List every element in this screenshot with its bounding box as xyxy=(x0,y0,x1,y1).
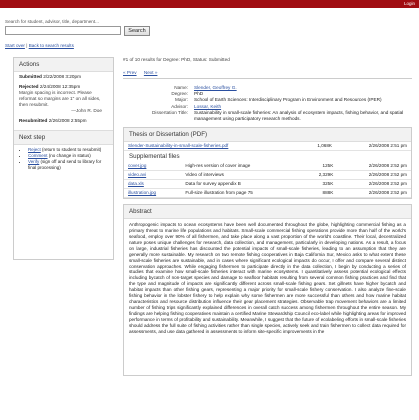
file-link[interactable]: data.xls xyxy=(128,181,144,186)
rejected-label: Rejected xyxy=(19,84,39,89)
file-link[interactable]: video.avi xyxy=(128,172,146,177)
file-link[interactable]: illustration.jpg xyxy=(128,190,156,195)
rejected-date: 2/24/2008 12:35pm xyxy=(39,84,81,89)
action-rejected: Rejected 2/24/2008 12:35pm Margin spacin… xyxy=(14,82,113,116)
submission-metadata: Name: Slender, Geoffrey G. Degree: PhD Maj… xyxy=(123,85,412,122)
next-step-list: Reject (return to student to resubmit) C… xyxy=(14,145,113,173)
resubmitted-date: 2/26/2008 2:55pm xyxy=(48,118,87,123)
search-label: Search for student, advisor, title, depa… xyxy=(5,19,99,24)
main-content: #1 of 10 results for Degree: PhD, Status… xyxy=(123,57,412,377)
action-submitted: Submitted 2/22/2008 3:20pm xyxy=(14,72,113,82)
table-row: data.xls Data for survey appendix B 325K 2/… xyxy=(124,179,411,190)
file-desc: Video of interviews xyxy=(181,170,302,181)
file-date: 2/26/2008 2:52 pm xyxy=(337,162,411,172)
table-row: cover.jpg High-res version of cover image… xyxy=(124,162,411,172)
meta-value: Sustainability in small-scale fisheries:… xyxy=(194,109,404,122)
file-link[interactable]: cover.jpg xyxy=(128,163,146,168)
link-separator: | xyxy=(26,43,28,48)
abstract-heading: Abstract xyxy=(124,205,411,220)
back-to-results-link[interactable]: Back to search results xyxy=(29,43,74,48)
submitted-label: Submitted xyxy=(19,74,42,79)
file-date: 2/26/2008 2:51 pm xyxy=(335,142,411,152)
file-date: 2/26/2008 2:52 pm xyxy=(337,170,411,181)
thesis-file-link[interactable]: Slender-Sustainability-in-small-scale-fi… xyxy=(128,143,228,148)
resubmitted-label: Resubmitted xyxy=(19,118,48,123)
file-size: 2,329K xyxy=(301,170,338,181)
actions-panel: Actions Submitted 2/22/2008 3:20pm Rejec… xyxy=(13,57,114,260)
thesis-table: Slender-Sustainability-in-small-scale-fi… xyxy=(124,142,411,152)
search-input[interactable] xyxy=(5,26,121,35)
meta-title: Dissertation Title: Sustainability in sma… xyxy=(123,110,412,122)
search-button[interactable]: Search xyxy=(124,26,150,36)
table-row: video.avi Video of interviews 2,329K 2/26/2… xyxy=(124,170,411,181)
result-info: #1 of 10 results for Degree: PhD, Status… xyxy=(123,57,230,62)
rejected-author: —John R. Doe xyxy=(71,108,102,113)
rejected-note: Margin spacing is incorrect. Please refo… xyxy=(19,90,101,107)
file-date: 2/26/2008 2:52 pm xyxy=(337,188,411,199)
file-desc: Data for survey appendix B xyxy=(181,179,302,190)
start-over-link[interactable]: Start over xyxy=(5,43,25,48)
file-size: 125K xyxy=(301,162,338,172)
table-row: Slender-Sustainability-in-small-scale-fi… xyxy=(124,142,411,152)
login-link[interactable]: Login xyxy=(404,1,415,6)
next-link[interactable]: Next » xyxy=(144,70,158,75)
next-step-desc: (return to student to resubmit) xyxy=(40,147,102,152)
file-desc: Full-size illustration from page 75 xyxy=(181,188,302,199)
submitted-date: 2/22/2008 3:20pm xyxy=(43,74,82,79)
table-row: illustration.jpg Full-size illustration f… xyxy=(124,188,411,199)
top-bar: Login xyxy=(0,0,419,8)
student-name-link[interactable]: Slender, Geoffrey G. xyxy=(194,85,237,90)
next-step-desc: (no change in status) xyxy=(47,153,91,158)
thesis-heading: Thesis or Dissertation (PDF) xyxy=(124,128,411,143)
comment-link[interactable]: Comment xyxy=(28,153,48,158)
abstract-box: Abstract Anthropogenic impacts to ocean … xyxy=(123,204,412,377)
file-size: 888K xyxy=(301,188,338,199)
verify-link[interactable]: Verify xyxy=(28,159,39,164)
reject-link[interactable]: Reject xyxy=(28,147,41,152)
supplemental-heading: Supplemental files xyxy=(129,153,180,161)
divider xyxy=(123,78,412,79)
next-step-heading: Next step xyxy=(14,130,113,145)
actions-heading: Actions xyxy=(14,58,113,72)
next-step-desc: (sign off and send to library for final … xyxy=(28,159,102,170)
meta-key: Dissertation Title: xyxy=(152,109,188,115)
abstract-text: Anthropogenic impacts to ocean ecosystem… xyxy=(129,222,406,334)
advisor-link[interactable]: Lossar, Keith xyxy=(194,104,221,109)
pager: « Prev Next » xyxy=(123,70,412,75)
supplemental-table: cover.jpg High-res version of cover image… xyxy=(124,162,411,199)
nav-links: Start over | Back to search results xyxy=(5,43,74,48)
action-resubmitted: Resubmitted 2/26/2008 2:55pm xyxy=(14,116,113,126)
list-item: Verify (sign off and send to library for… xyxy=(28,159,108,171)
prev-link[interactable]: « Prev xyxy=(123,70,137,75)
file-desc: High-res version of cover image xyxy=(181,162,302,172)
file-date: 2/26/2008 2:52 pm xyxy=(337,179,411,190)
file-size: 1,068K xyxy=(299,142,336,152)
file-size: 325K xyxy=(301,179,338,190)
files-box: Thesis or Dissertation (PDF) Slender-Sus… xyxy=(123,127,412,200)
